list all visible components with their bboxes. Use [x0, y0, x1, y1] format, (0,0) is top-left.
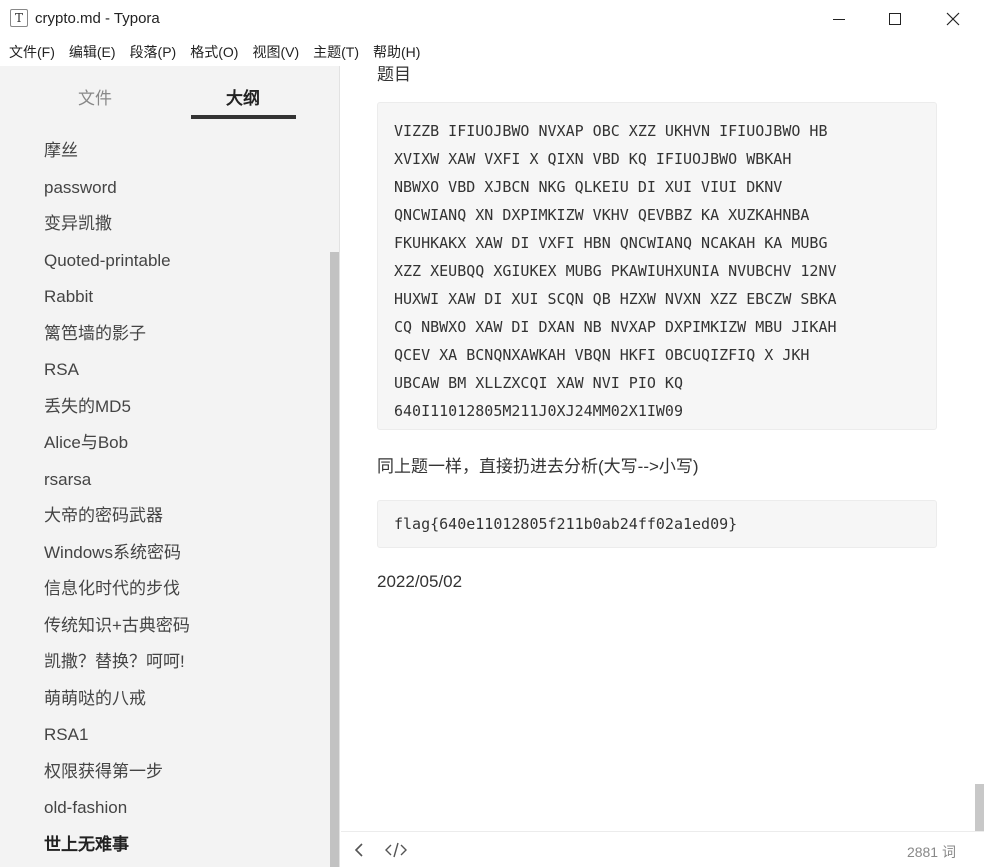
code-line: XVIXW XAW VXFI X QIXN VBD KQ IFIUOJBWO W… [394, 150, 792, 168]
menu-format[interactable]: 格式(O) [183, 38, 245, 66]
outline-item[interactable]: Quoted-printable [0, 243, 330, 280]
sidebar-scrollbar[interactable] [330, 252, 339, 867]
outline-item[interactable]: 凯撒？替换？呵呵! [0, 644, 330, 681]
code-line: QNCWIANQ XN DXPIMKIZW VKHV QEVBBZ KA XUZ… [394, 206, 810, 224]
code-line: HUXWI XAW DI XUI SCQN QB HZXW NVXN XZZ E… [394, 290, 837, 308]
outline-item[interactable]: 摩丝 [0, 133, 330, 170]
ciphertext-code-block[interactable]: VIZZB IFIUOJBWO NVXAP OBC XZZ UKHVN IFIU… [377, 102, 937, 430]
date-text: 2022/05/02 [377, 572, 463, 591]
close-icon [946, 12, 960, 26]
menu-paragraph[interactable]: 段落(P) [123, 38, 184, 66]
code-line: CQ NBWXO XAW DI DXAN NB NVXAP DXPIMKIZW … [394, 318, 837, 336]
outline-item[interactable]: Windows系统密码 [0, 535, 330, 572]
outline-item[interactable]: 传统知识+古典密码 [0, 608, 330, 645]
sidebar: 文件 大纲 摩丝 password 变异凯撒 Quoted-printable … [0, 66, 340, 867]
chevron-left-icon [354, 843, 363, 857]
outline-item[interactable]: old-fashion [0, 790, 330, 827]
status-bar: 2881 词 [341, 831, 984, 867]
title-bar: T crypto.md - Typora [0, 0, 984, 38]
tab-outline[interactable]: 大纲 [226, 84, 260, 109]
menu-file[interactable]: 文件(F) [2, 38, 62, 66]
outline-item[interactable]: 篱笆墙的影子 [0, 316, 330, 353]
outline-item[interactable]: RSA1 [0, 717, 330, 754]
tab-files[interactable]: 文件 [78, 84, 112, 109]
menu-view[interactable]: 视图(V) [245, 38, 306, 66]
sidebar-tabs: 文件 大纲 [0, 66, 340, 122]
outline-item-active[interactable]: 世上无难事 [0, 827, 330, 864]
outline-item[interactable]: Rabbit [0, 279, 330, 316]
code-icon [385, 842, 407, 858]
editor[interactable]: 题目 VIZZB IFIUOJBWO NVXAP OBC XZZ UKHVN I… [341, 66, 984, 831]
code-line: 640I11012805M211J0XJ24MM02X1IW09 [394, 402, 683, 420]
code-line: VIZZB IFIUOJBWO NVXAP OBC XZZ UKHVN IFIU… [394, 122, 828, 140]
paragraph-text: 同上题一样，直接扔进去分析(大写-->小写) [377, 457, 699, 476]
outline-item[interactable]: 萌萌哒的八戒 [0, 681, 330, 718]
active-tab-indicator [191, 115, 296, 119]
editor-scrollbar-thumb[interactable] [975, 784, 984, 831]
outline-item[interactable]: password [0, 170, 330, 207]
source-code-mode-button[interactable] [385, 839, 407, 861]
outline-list: 摩丝 password 变异凯撒 Quoted-printable Rabbit… [0, 133, 330, 863]
menu-theme[interactable]: 主题(T) [306, 38, 366, 66]
typora-app-icon: T [10, 9, 28, 27]
close-button[interactable] [924, 0, 982, 38]
minimize-icon [833, 18, 845, 20]
toggle-sidebar-button[interactable] [353, 839, 365, 861]
flag-code-block[interactable]: flag{640e11012805f211b0ab24ff02a1ed09} [377, 500, 937, 548]
word-count[interactable]: 2881 词 [907, 842, 956, 862]
outline-item[interactable]: 权限获得第一步 [0, 754, 330, 791]
window-title: crypto.md - Typora [35, 10, 160, 27]
outline-item[interactable]: 丢失的MD5 [0, 389, 330, 426]
code-line: QCEV XA BCNQNXAWKAH VBQN HKFI OBCUQIZFIQ… [394, 346, 810, 364]
outline-item[interactable]: 变异凯撒 [0, 206, 330, 243]
outline-item[interactable]: RSA [0, 352, 330, 389]
code-line: XZZ XEUBQQ XGIUKEX MUBG PKAWIUHXUNIA NVU… [394, 262, 837, 280]
menu-edit[interactable]: 编辑(E) [62, 38, 123, 66]
maximize-button[interactable] [866, 0, 924, 38]
maximize-icon [889, 13, 901, 25]
menu-help[interactable]: 帮助(H) [366, 38, 427, 66]
code-line: NBWXO VBD XJBCN NKG QLKEIU DI XUI VIUI D… [394, 178, 783, 196]
code-line: UBCAW BM XLLZXCQI XAW NVI PIO KQ [394, 374, 683, 392]
minimize-button[interactable] [810, 0, 868, 38]
outline-item[interactable]: rsarsa [0, 462, 330, 499]
outline-item[interactable]: 大帝的密码武器 [0, 498, 330, 535]
menu-bar: 文件(F) 编辑(E) 段落(P) 格式(O) 视图(V) 主题(T) 帮助(H… [0, 38, 984, 66]
outline-item[interactable]: Alice与Bob [0, 425, 330, 462]
code-line: FKUHKAKX XAW DI VXFI HBN QNCWIANQ NCAKAH… [394, 234, 828, 252]
section-heading: 题目 [377, 66, 411, 84]
outline-item[interactable]: 信息化时代的步伐 [0, 571, 330, 608]
